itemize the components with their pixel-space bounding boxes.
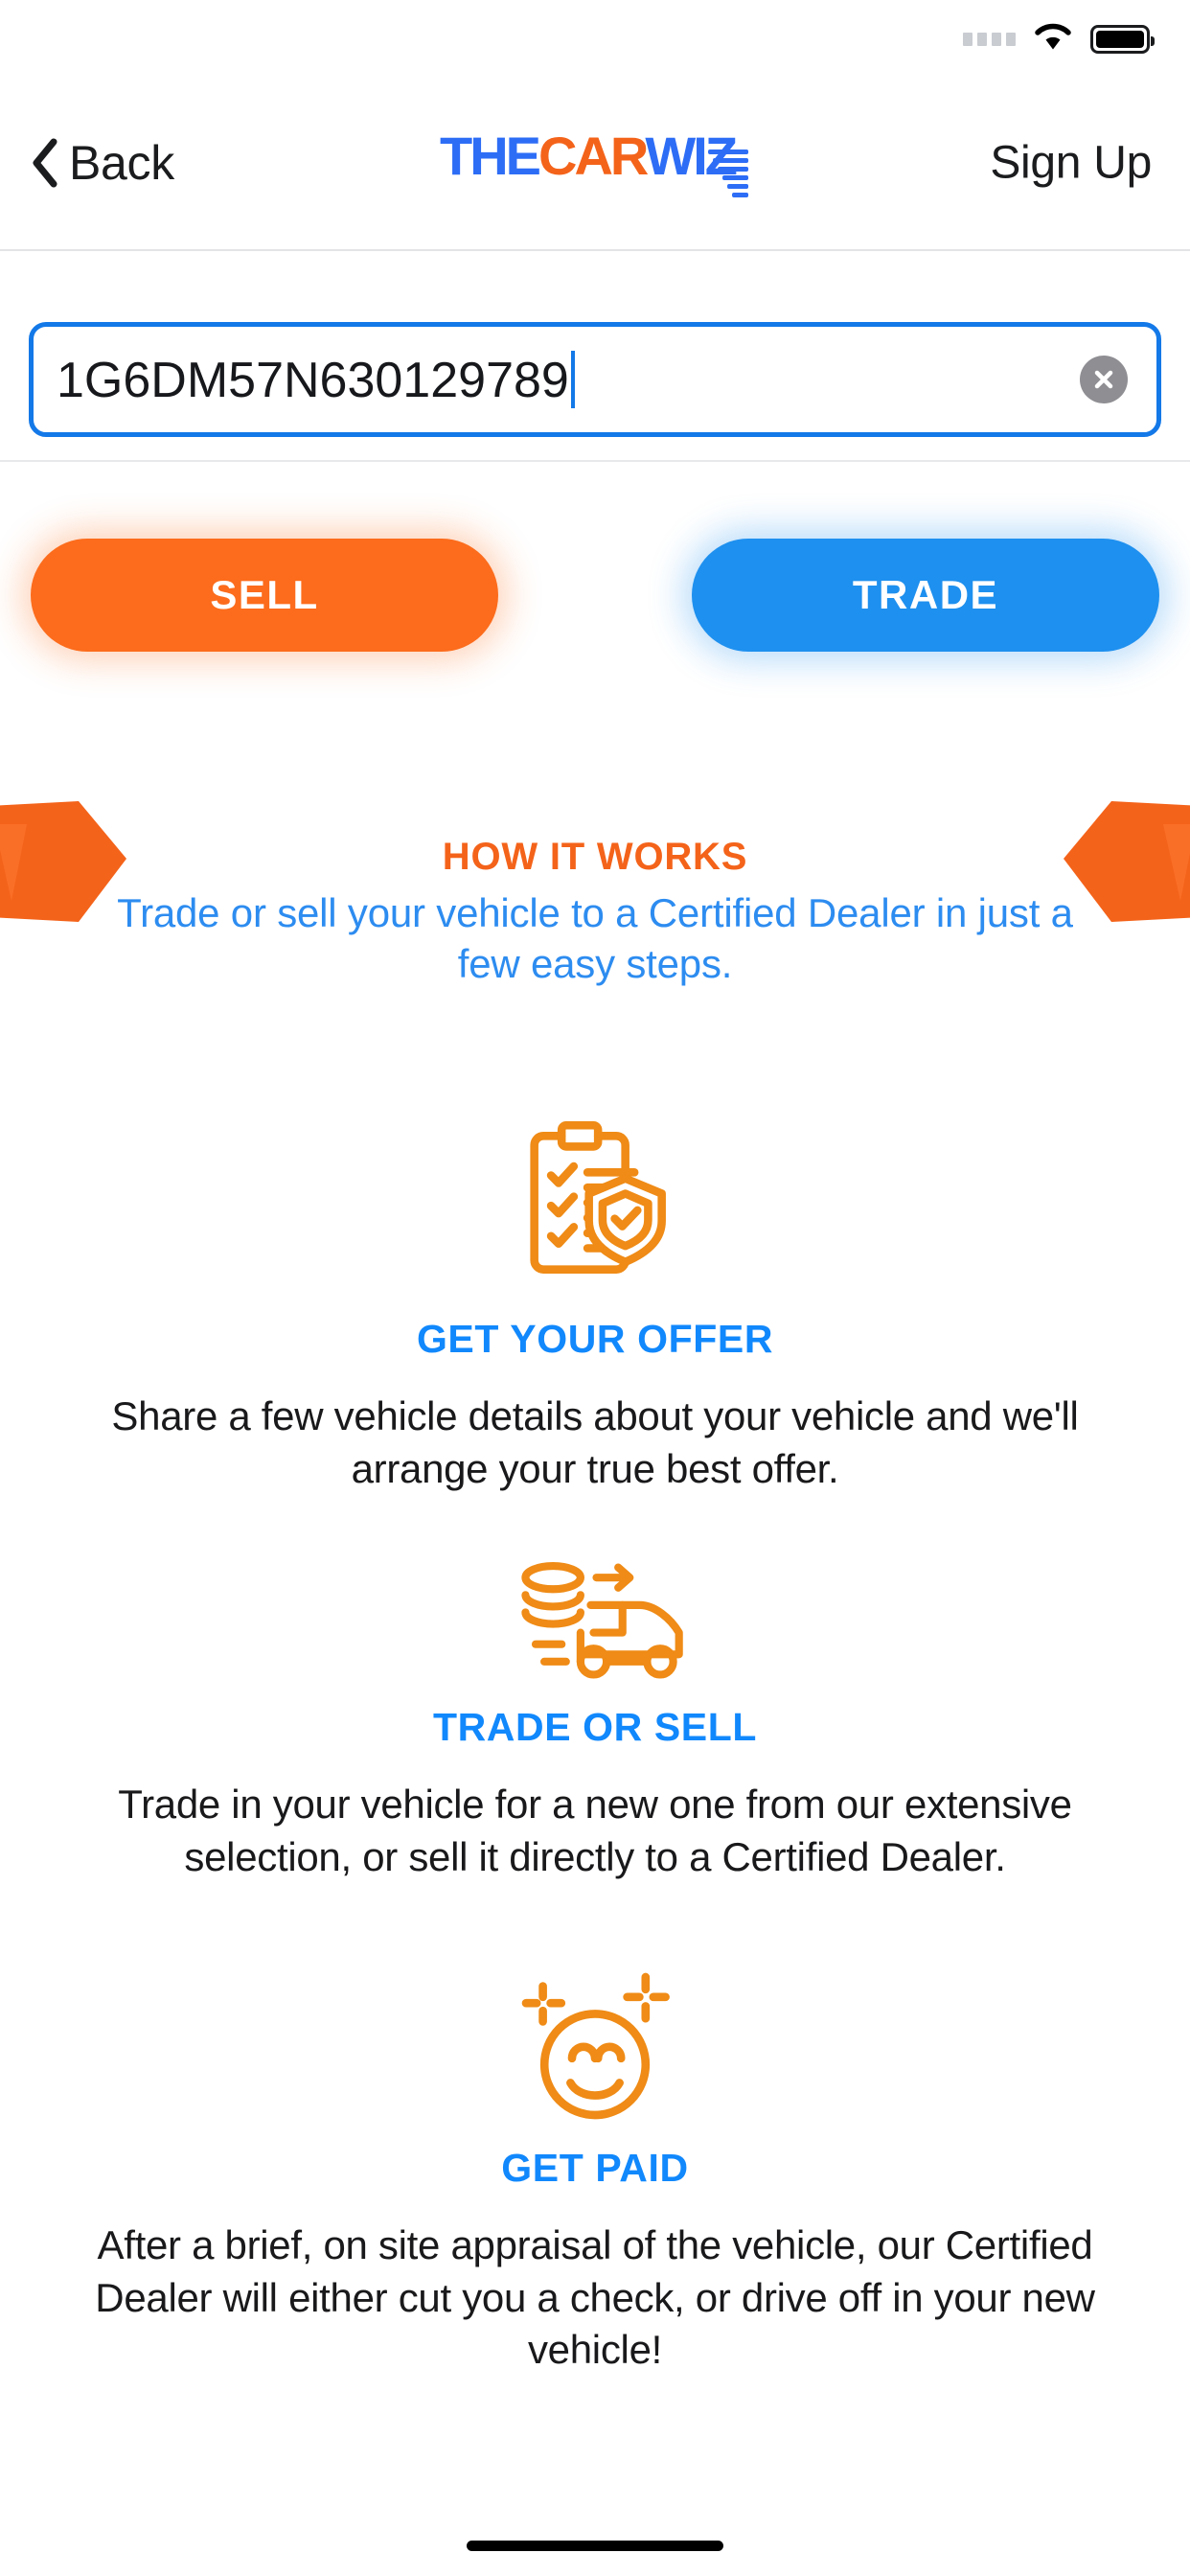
sell-button[interactable]: SELL xyxy=(31,539,498,652)
app-logo: THECARWIZ xyxy=(440,125,750,201)
step-title: TRADE OR SELL xyxy=(432,1705,758,1749)
step-body: After a brief, on site appraisal of the … xyxy=(95,2222,1095,2373)
sign-up-button[interactable]: Sign Up xyxy=(978,127,1163,199)
step-title: GET PAID xyxy=(501,2146,689,2190)
app-screen: Back THECARWIZ Sign Up 1G6DM57N630129789… xyxy=(0,0,1190,2576)
status-bar-right xyxy=(963,21,1155,57)
vin-input-value: 1G6DM57N630129789 xyxy=(57,352,569,408)
logo-text-car: CAR xyxy=(538,126,648,186)
how-it-works-title: HOW IT WORKS xyxy=(442,836,748,878)
clear-circle-x-icon[interactable] xyxy=(1080,356,1128,403)
battery-full-icon xyxy=(1090,24,1155,54)
clipboard-shield-check-icon xyxy=(0,1112,1190,1294)
step-body: Share a few vehicle details about your v… xyxy=(111,1393,1079,1491)
home-indicator[interactable] xyxy=(467,2541,723,2551)
back-button-label: Back xyxy=(69,136,174,190)
how-it-works-section: HOW IT WORKS Trade or sell your vehicle … xyxy=(0,836,1190,990)
smiley-sparkle-icon xyxy=(0,1969,1190,2123)
vin-input[interactable]: 1G6DM57N630129789 xyxy=(29,322,1161,437)
how-it-works-subtitle: Trade or sell your vehicle to a Certifie… xyxy=(117,890,1073,986)
action-buttons: SELL TRADE xyxy=(0,539,1190,661)
coins-arrow-car-icon xyxy=(0,1557,1190,1682)
signal-dots-icon xyxy=(963,32,1016,46)
text-cursor xyxy=(570,350,575,408)
logo-text-the: THE xyxy=(440,126,541,186)
vin-input-section: 1G6DM57N630129789 xyxy=(0,318,1190,462)
status-bar xyxy=(0,0,1190,77)
step-get-your-offer: GET YOUR OFFER Share a few vehicle detai… xyxy=(0,1112,1190,1495)
chevron-left-icon xyxy=(31,138,57,188)
step-trade-or-sell: TRADE OR SELL Trade in your vehicle for … xyxy=(0,1557,1190,1883)
logo-speed-lines-icon xyxy=(706,148,750,201)
back-button[interactable]: Back xyxy=(17,126,188,200)
step-get-paid: GET PAID After a brief, on site appraisa… xyxy=(0,1969,1190,2377)
step-title: GET YOUR OFFER xyxy=(416,1317,774,1361)
wifi-icon xyxy=(1033,21,1073,57)
trade-button[interactable]: TRADE xyxy=(692,539,1159,652)
navigation-bar: Back THECARWIZ Sign Up xyxy=(0,77,1190,251)
step-body: Trade in your vehicle for a new one from… xyxy=(118,1782,1072,1879)
